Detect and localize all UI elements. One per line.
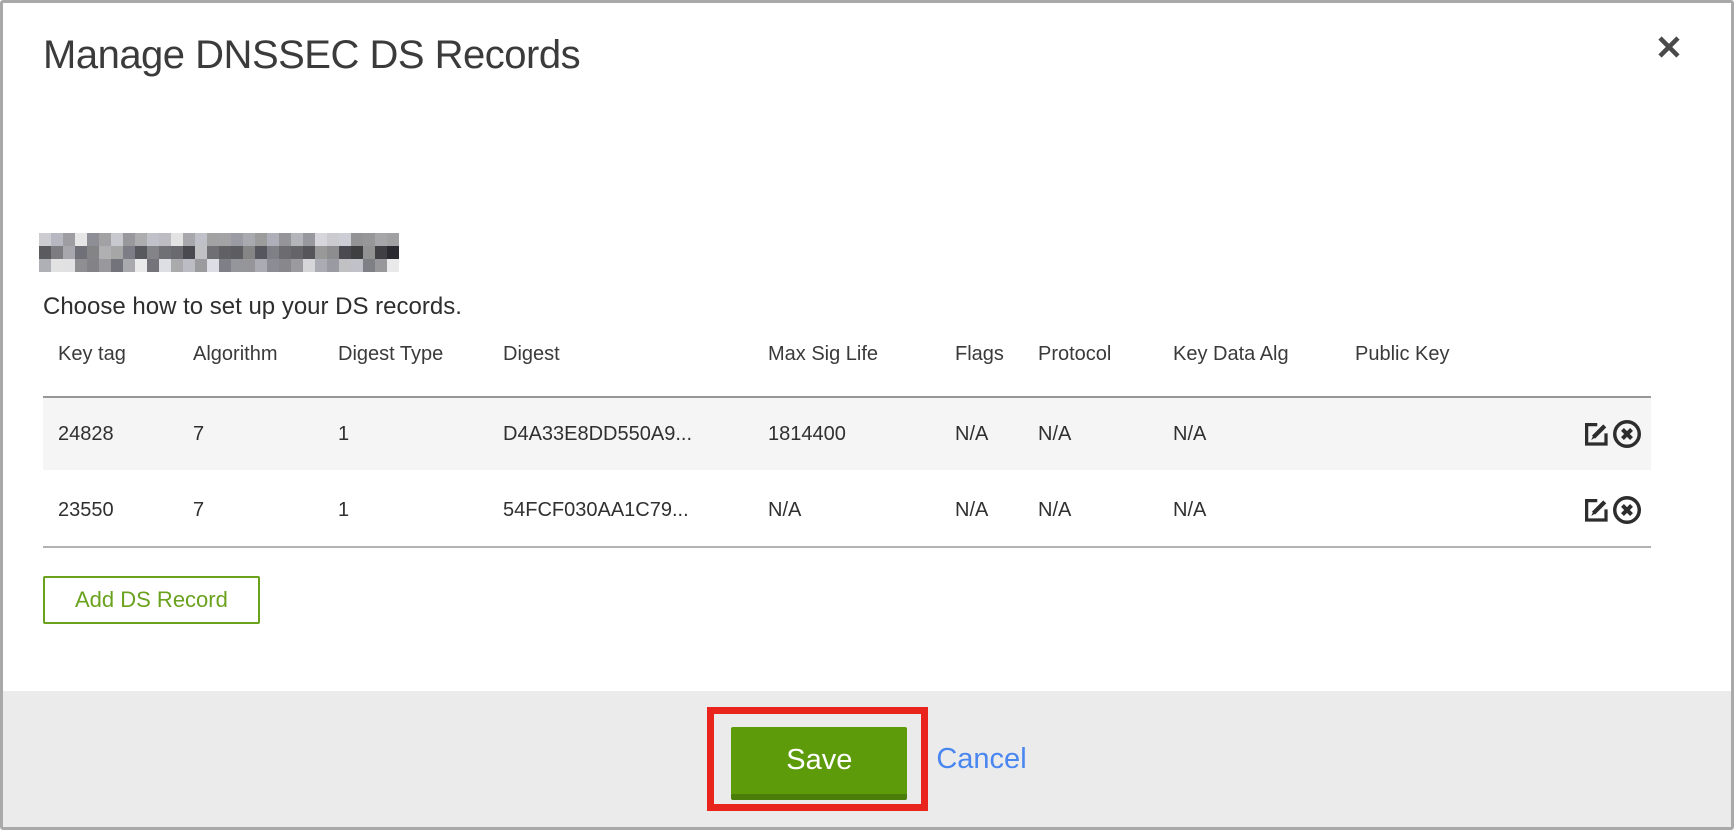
edit-record-button[interactable] [1581, 419, 1611, 449]
save-highlight-annotation: Save [707, 707, 928, 811]
cell-digest-type: 1 [338, 472, 503, 547]
edit-record-icon [1581, 419, 1611, 449]
delete-record-icon [1611, 494, 1643, 526]
row-actions [1581, 418, 1645, 450]
col-header-key-tag: Key tag [43, 335, 193, 397]
delete-record-button[interactable] [1611, 494, 1643, 526]
col-header-max-sig-life: Max Sig Life [768, 335, 955, 397]
col-header-digest: Digest [503, 335, 768, 397]
cell-max-sig-life: N/A [768, 472, 955, 547]
table-row: 23550 7 1 54FCF030AA1C79... N/A N/A N/A … [43, 472, 1651, 547]
cell-flags: N/A [955, 472, 1038, 547]
edit-record-button[interactable] [1581, 495, 1611, 525]
col-header-actions [1581, 335, 1651, 397]
close-icon[interactable] [1653, 31, 1685, 63]
delete-record-button[interactable] [1611, 418, 1643, 450]
col-header-public-key: Public Key [1355, 335, 1581, 397]
save-button[interactable]: Save [731, 727, 907, 800]
page-title: Manage DNSSEC DS Records [43, 33, 580, 78]
cell-protocol: N/A [1038, 397, 1173, 472]
dialog-footer: Save Cancel [3, 691, 1731, 827]
cell-protocol: N/A [1038, 472, 1173, 547]
row-actions [1581, 494, 1645, 526]
close-x-glyph [1655, 33, 1683, 61]
cell-digest: D4A33E8DD550A9... [503, 397, 768, 472]
col-header-digest-type: Digest Type [338, 335, 503, 397]
col-header-flags: Flags [955, 335, 1038, 397]
cell-algorithm: 7 [193, 397, 338, 472]
cell-key-data-alg: N/A [1173, 472, 1355, 547]
cell-key-tag: 24828 [43, 397, 193, 472]
cell-public-key [1355, 397, 1581, 472]
cell-key-data-alg: N/A [1173, 397, 1355, 472]
edit-record-icon [1581, 495, 1611, 525]
table-row: 24828 7 1 D4A33E8DD550A9... 1814400 N/A … [43, 397, 1651, 472]
ds-records-table: Key tag Algorithm Digest Type Digest Max… [43, 335, 1651, 548]
add-ds-record-button[interactable]: Add DS Record [43, 576, 260, 624]
delete-record-icon [1611, 418, 1643, 450]
cell-flags: N/A [955, 397, 1038, 472]
table-header-row: Key tag Algorithm Digest Type Digest Max… [43, 335, 1651, 397]
instruction-text: Choose how to set up your DS records. [43, 293, 462, 321]
col-header-key-data-alg: Key Data Alg [1173, 335, 1355, 397]
cell-max-sig-life: 1814400 [768, 397, 955, 472]
dnssec-dialog: Manage DNSSEC DS Records Choose how to s… [0, 0, 1734, 830]
cell-public-key [1355, 472, 1581, 547]
cell-algorithm: 7 [193, 472, 338, 547]
cell-key-tag: 23550 [43, 472, 193, 547]
col-header-algorithm: Algorithm [193, 335, 338, 397]
cell-digest-type: 1 [338, 397, 503, 472]
cell-digest: 54FCF030AA1C79... [503, 472, 768, 547]
redacted-domain-name [39, 233, 399, 272]
col-header-protocol: Protocol [1038, 335, 1173, 397]
cancel-link[interactable]: Cancel [936, 743, 1026, 776]
